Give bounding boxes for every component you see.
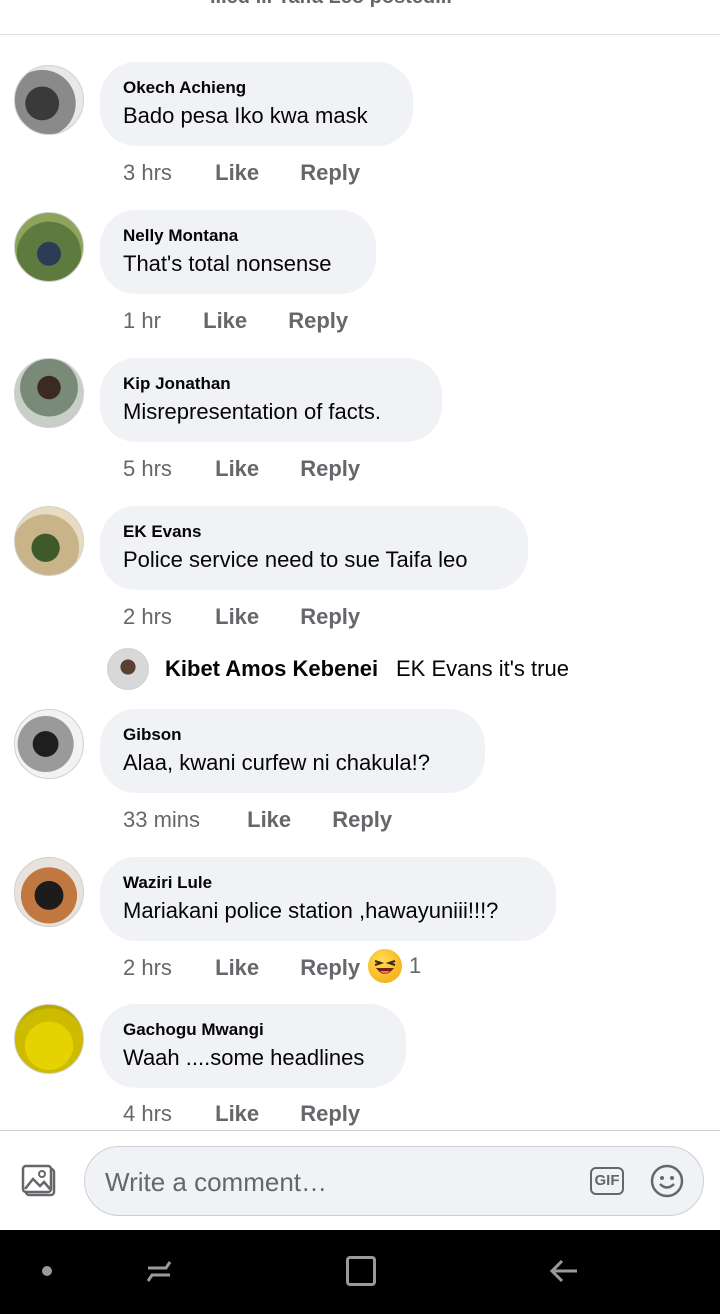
like-button[interactable]: Like xyxy=(203,308,282,334)
reply-button[interactable]: Reply xyxy=(332,807,392,833)
comment-time[interactable]: 1 hr xyxy=(123,308,197,334)
comment-bubble[interactable]: Nelly Montana That's total nonsense xyxy=(100,210,376,294)
comment-bubble[interactable]: Gachogu Mwangi Waah ....some headlines xyxy=(100,1004,406,1088)
like-button[interactable]: Like xyxy=(215,604,294,630)
comment-author[interactable]: Okech Achieng xyxy=(123,77,389,99)
comment-actions: 3 hrs Like Reply xyxy=(123,160,360,186)
back-arrow-icon[interactable] xyxy=(548,1255,580,1287)
reply-button[interactable]: Reply xyxy=(288,308,348,334)
comment-author[interactable]: Kip Jonathan xyxy=(123,373,418,395)
comment-text: Bado pesa Iko kwa mask xyxy=(123,103,368,128)
comment-time[interactable]: 4 hrs xyxy=(123,1101,209,1127)
comment-time[interactable]: 2 hrs xyxy=(123,955,209,981)
comment-actions: 2 hrs Like Reply xyxy=(123,604,360,630)
comments-list: Okech Achieng Bado pesa Iko kwa mask 3 h… xyxy=(0,35,720,1130)
comment-actions: 2 hrs Like Reply xyxy=(123,955,360,981)
comment-author[interactable]: Waziri Lule xyxy=(123,872,532,894)
reply-text: EK Evans it's true xyxy=(396,656,569,681)
avatar[interactable] xyxy=(107,648,149,690)
comment-time[interactable]: 5 hrs xyxy=(123,456,209,482)
comment-author[interactable]: Nelly Montana xyxy=(123,225,352,247)
comment-bubble[interactable]: Waziri Lule Mariakani police station ,ha… xyxy=(100,857,556,941)
comment-text: That's total nonsense xyxy=(123,251,332,276)
comment-time[interactable]: 2 hrs xyxy=(123,604,209,630)
post-header-text: ...ed ... Taifa Leo posted... xyxy=(210,0,452,9)
comment-bubble[interactable]: Gibson Alaa, kwani curfew ni chakula!? xyxy=(100,709,485,793)
reply-button[interactable]: Reply xyxy=(300,604,360,630)
comment-text: Waah ....some headlines xyxy=(123,1045,365,1070)
like-button[interactable]: Like xyxy=(215,955,294,981)
reply-button[interactable]: Reply xyxy=(300,160,360,186)
reply-button[interactable]: Reply xyxy=(300,955,360,981)
like-button[interactable]: Like xyxy=(215,1101,294,1127)
emoji-icon xyxy=(650,1164,684,1198)
comment-bubble[interactable]: Kip Jonathan Misrepresentation of facts. xyxy=(100,358,442,442)
comment-actions: 5 hrs Like Reply xyxy=(123,456,360,482)
avatar[interactable] xyxy=(14,1004,84,1074)
laughing-emoji-icon[interactable] xyxy=(368,949,402,983)
back-arrow-icon xyxy=(549,1259,577,1283)
comment-bubble[interactable]: EK Evans Police service need to sue Taif… xyxy=(100,506,528,590)
recent-apps-icon xyxy=(146,1261,172,1282)
comment-text: Mariakani police station ,hawayuniii!!!? xyxy=(123,898,499,923)
comment-composer: GIF xyxy=(0,1130,720,1231)
emoji-icon[interactable] xyxy=(650,1164,684,1198)
comment-time[interactable]: 3 hrs xyxy=(123,160,209,186)
like-button[interactable]: Like xyxy=(247,807,326,833)
reply-author[interactable]: Kibet Amos Kebenei xyxy=(165,656,378,682)
reply-button[interactable]: Reply xyxy=(300,456,360,482)
like-button[interactable]: Like xyxy=(215,160,294,186)
avatar[interactable] xyxy=(14,65,84,135)
comment-actions: 1 hr Like Reply xyxy=(123,308,348,334)
comment-author[interactable]: EK Evans xyxy=(123,521,504,543)
comment-input[interactable] xyxy=(103,1161,577,1203)
photo-icon[interactable] xyxy=(20,1161,60,1201)
comment-text: Police service need to sue Taifa leo xyxy=(123,547,468,572)
reply-preview[interactable]: Kibet Amos Kebenei EK Evans it's true xyxy=(0,648,720,692)
recent-apps-icon[interactable] xyxy=(142,1254,176,1288)
comment-text: Misrepresentation of facts. xyxy=(123,399,382,424)
laughing-emoji-icon xyxy=(374,960,396,974)
comment-author[interactable]: Gibson xyxy=(123,724,461,746)
avatar[interactable] xyxy=(14,857,84,927)
reaction-count[interactable]: 1 xyxy=(409,953,421,979)
comment-time[interactable]: 33 mins xyxy=(123,807,241,833)
avatar[interactable] xyxy=(14,212,84,282)
comment-actions: 33 mins Like Reply xyxy=(123,807,392,833)
like-button[interactable]: Like xyxy=(215,456,294,482)
photo-icon xyxy=(21,1164,56,1197)
comment-author[interactable]: Gachogu Mwangi xyxy=(123,1019,382,1041)
comment-bubble[interactable]: Okech Achieng Bado pesa Iko kwa mask xyxy=(100,62,413,146)
comment-input-wrapper: GIF xyxy=(84,1146,704,1216)
system-navigation-bar xyxy=(0,1230,720,1314)
home-button-icon[interactable] xyxy=(346,1256,376,1286)
nav-dot-icon[interactable] xyxy=(42,1266,52,1276)
comment-actions: 4 hrs Like Reply xyxy=(123,1101,360,1127)
avatar[interactable] xyxy=(14,506,84,576)
avatar[interactable] xyxy=(14,358,84,428)
reply-button[interactable]: Reply xyxy=(300,1101,360,1127)
comment-text: Alaa, kwani curfew ni chakula!? xyxy=(123,750,430,775)
post-header-strip: ...ed ... Taifa Leo posted... xyxy=(0,0,720,35)
avatar[interactable] xyxy=(14,709,84,779)
gif-button[interactable]: GIF xyxy=(590,1167,624,1195)
